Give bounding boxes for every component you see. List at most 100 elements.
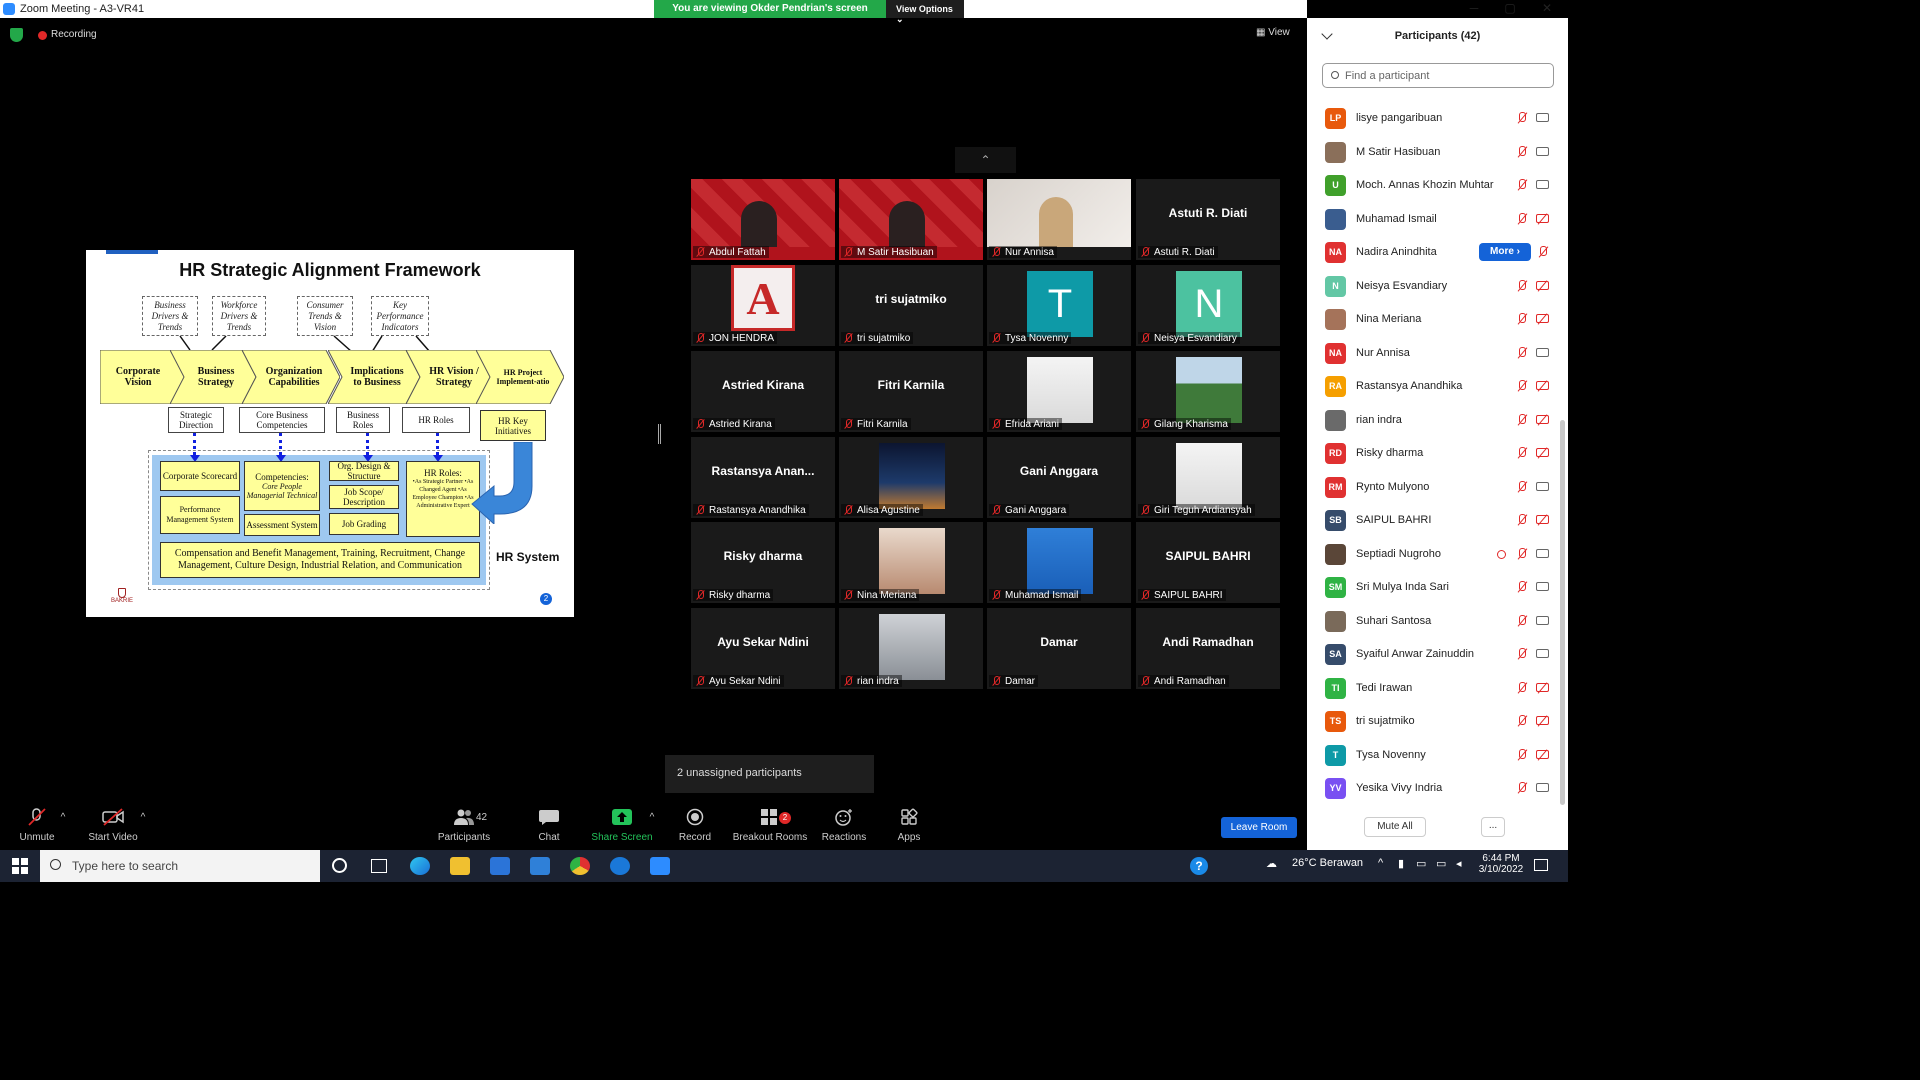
weather-text[interactable]: 26°C Berawan	[1292, 857, 1363, 869]
video-tile[interactable]: Astuti R. Diati Astuti R. Diati	[1136, 179, 1280, 260]
participant-row[interactable]: Nina Meriana	[1307, 303, 1557, 336]
cortana-icon[interactable]	[332, 858, 347, 873]
participant-search-input[interactable]: Find a participant	[1322, 63, 1554, 88]
close-button[interactable]: ✕	[1527, 0, 1567, 18]
video-tile[interactable]: Abdul Fattah	[691, 179, 835, 260]
unmute-button[interactable]: Unmute	[14, 808, 60, 843]
apps-button[interactable]: Apps	[892, 808, 926, 843]
camera-icon[interactable]	[1536, 113, 1549, 122]
camera-icon[interactable]	[1536, 548, 1549, 558]
zoom-taskbar-icon[interactable]	[650, 857, 670, 875]
mic-muted-icon[interactable]	[1537, 246, 1549, 259]
video-tile[interactable]: Fitri Karnila Fitri Karnila	[839, 351, 983, 432]
clock[interactable]: 6:44 PM 3/10/2022	[1478, 853, 1524, 875]
participant-row[interactable]: SM Sri Mulya Inda Sari	[1307, 571, 1557, 604]
mic-muted-icon[interactable]	[1516, 313, 1528, 326]
mic-muted-icon[interactable]	[1516, 346, 1528, 360]
more-button[interactable]: More ›	[1479, 243, 1531, 261]
store-icon[interactable]	[490, 857, 510, 875]
panel-more-button[interactable]: ...	[1481, 817, 1505, 837]
windows-start-icon[interactable]	[12, 858, 28, 874]
mail-icon[interactable]	[530, 857, 550, 875]
audio-options-caret[interactable]: ^	[58, 812, 68, 823]
edge-icon[interactable]	[410, 857, 430, 875]
share-screen-button[interactable]: Share Screen	[590, 808, 654, 843]
video-tile[interactable]: Nur Annisa	[987, 179, 1131, 260]
video-tile[interactable]: M Satir Hasibuan	[839, 179, 983, 260]
view-button[interactable]: ▦ View	[1256, 27, 1300, 43]
video-tile[interactable]: Alisa Agustine	[839, 437, 983, 518]
help-icon[interactable]: ?	[1190, 857, 1208, 875]
mic-muted-icon[interactable]	[1516, 112, 1528, 125]
video-tile[interactable]: Astried Kirana Astried Kirana	[691, 351, 835, 432]
camera-off-icon[interactable]	[1536, 280, 1549, 290]
participant-row[interactable]: U Moch. Annas Khozin Muhtar	[1307, 169, 1557, 202]
video-tile[interactable]: Damar Damar	[987, 608, 1131, 689]
participant-row[interactable]: TI Tedi Irawan	[1307, 672, 1557, 705]
record-button[interactable]: Record	[676, 808, 714, 843]
mic-muted-icon[interactable]	[1516, 413, 1528, 427]
participant-row[interactable]: M Satir Hasibuan	[1307, 136, 1557, 169]
video-tile[interactable]: tri sujatmiko tri sujatmiko	[839, 265, 983, 346]
participant-scrollbar[interactable]	[1560, 420, 1565, 805]
mic-muted-icon[interactable]	[1516, 279, 1528, 293]
display-icon[interactable]: ▭	[1436, 857, 1446, 870]
video-tile[interactable]: Muhamad Ismail	[987, 522, 1131, 603]
video-tile[interactable]: Ayu Sekar Ndini Ayu Sekar Ndini	[691, 608, 835, 689]
video-tile[interactable]: Risky dharma Risky dharma	[691, 522, 835, 603]
participant-row[interactable]: TS tri sujatmiko	[1307, 705, 1557, 738]
camera-off-icon[interactable]	[1536, 448, 1549, 457]
mic-muted-icon[interactable]	[1516, 782, 1528, 795]
camera-off-icon[interactable]	[1536, 213, 1549, 223]
camera-icon[interactable]	[1536, 146, 1549, 156]
video-tile[interactable]: Efrida Ariani	[987, 351, 1131, 432]
camera-icon[interactable]	[1536, 783, 1549, 792]
camera-off-icon[interactable]	[1536, 414, 1549, 424]
video-tile[interactable]: Rastansya Anan... Rastansya Anandhika	[691, 437, 835, 518]
participant-row[interactable]: N Neisya Esvandiary	[1307, 270, 1557, 303]
volume-icon[interactable]: ◂	[1456, 857, 1462, 870]
tray-expand-icon[interactable]: ^	[1378, 857, 1383, 869]
camera-off-icon[interactable]	[1536, 381, 1549, 390]
mic-muted-icon[interactable]	[1516, 212, 1528, 226]
start-video-button[interactable]: Start Video	[86, 808, 140, 843]
taskbar-search-box[interactable]: Type here to search	[40, 850, 320, 882]
share-options-caret[interactable]: ^	[647, 812, 657, 823]
maximize-button[interactable]: ▢	[1490, 0, 1530, 18]
camera-icon[interactable]	[1536, 347, 1549, 357]
participant-row[interactable]: YV Yesika Vivy Indria	[1307, 772, 1557, 805]
notifications-icon[interactable]	[1534, 859, 1548, 871]
gallery-collapse-button[interactable]: ⌃	[955, 147, 1016, 173]
mute-all-button[interactable]: Mute All	[1364, 817, 1426, 837]
mic-muted-icon[interactable]	[1516, 447, 1528, 460]
camera-off-icon[interactable]	[1536, 716, 1549, 725]
participant-row[interactable]: rian indra	[1307, 404, 1557, 437]
camera-icon[interactable]	[1536, 481, 1549, 491]
leave-room-button[interactable]: Leave Room	[1221, 817, 1297, 838]
video-options-caret[interactable]: ^	[138, 812, 148, 823]
participant-row[interactable]: NA Nadira Anindhita More ›	[1307, 236, 1557, 269]
video-tile[interactable]: T Tysa Novenny	[987, 265, 1131, 346]
camera-off-icon[interactable]	[1536, 515, 1549, 524]
mic-muted-icon[interactable]	[1516, 648, 1528, 661]
participant-row[interactable]: Suhari Santosa	[1307, 605, 1557, 638]
mic-muted-icon[interactable]	[1516, 681, 1528, 695]
video-tile[interactable]: A JON HENDRA	[691, 265, 835, 346]
participant-row[interactable]: NA Nur Annisa	[1307, 337, 1557, 370]
mic-muted-icon[interactable]	[1516, 715, 1528, 728]
mic-muted-icon[interactable]	[1516, 179, 1528, 192]
video-tile[interactable]: Gilang Kharisma	[1136, 351, 1280, 432]
mic-muted-icon[interactable]	[1516, 547, 1528, 561]
video-tile[interactable]: N Neisya Esvandiary	[1136, 265, 1280, 346]
camera-icon[interactable]	[1536, 615, 1549, 625]
split-resize-handle[interactable]	[658, 424, 661, 444]
security-shield-icon[interactable]	[10, 28, 23, 42]
video-tile[interactable]: Nina Meriana	[839, 522, 983, 603]
participant-row[interactable]: SA Syaiful Anwar Zainuddin	[1307, 638, 1557, 671]
video-tile[interactable]: SAIPUL BAHRI SAIPUL BAHRI	[1136, 522, 1280, 603]
participant-row[interactable]: SB SAIPUL BAHRI	[1307, 504, 1557, 537]
weather-icon[interactable]: ☁	[1266, 857, 1277, 870]
minimize-button[interactable]: ─	[1454, 0, 1494, 18]
mic-muted-icon[interactable]	[1516, 748, 1528, 762]
camera-off-icon[interactable]	[1536, 682, 1549, 692]
